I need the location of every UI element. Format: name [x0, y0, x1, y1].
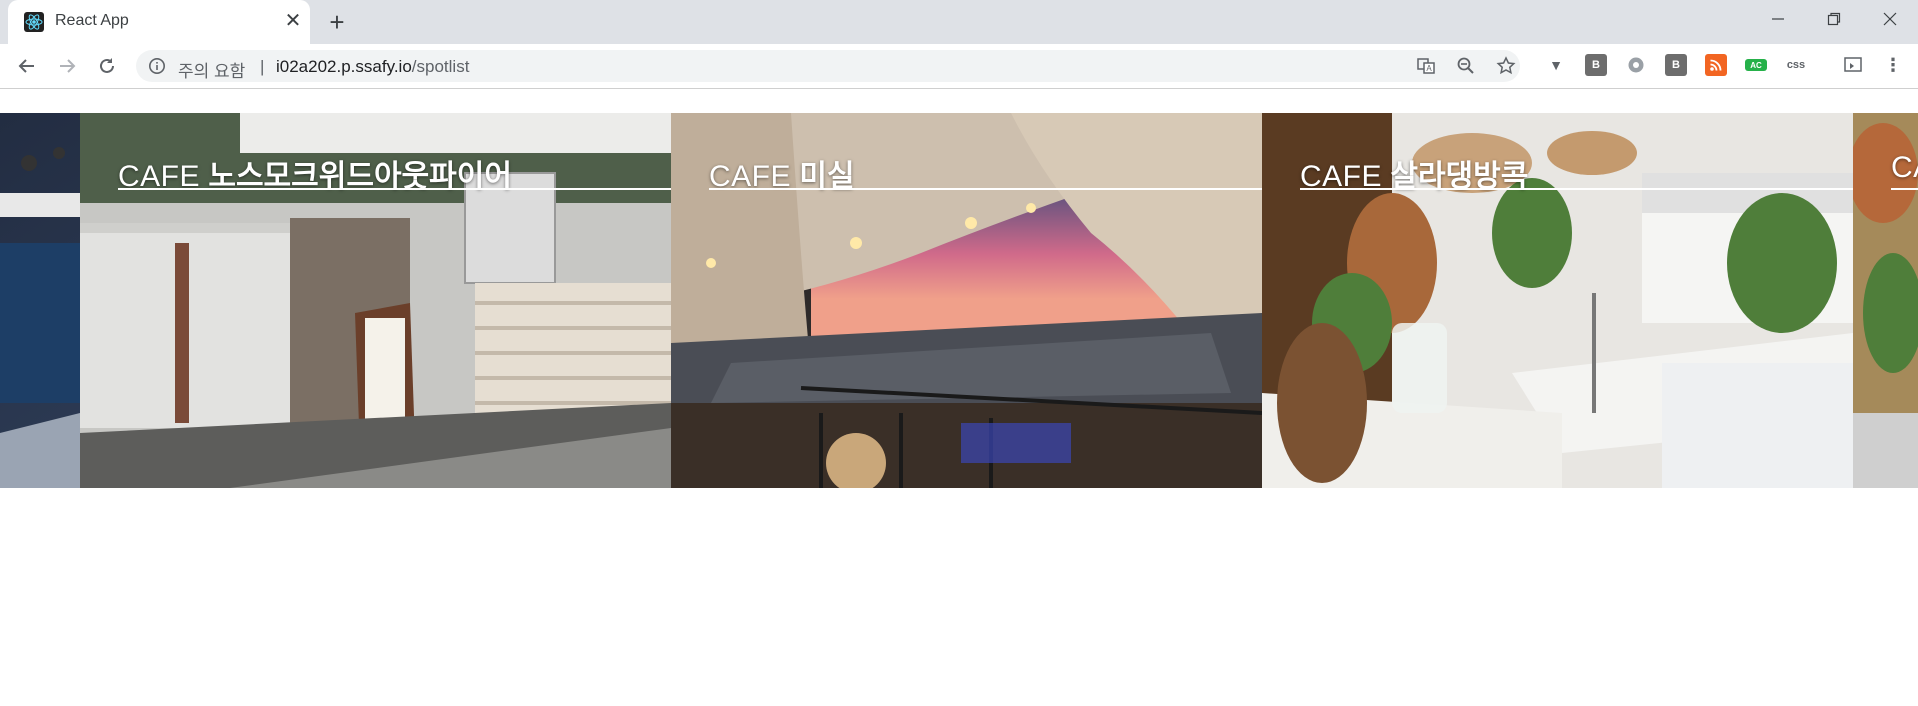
- back-arrow-icon: [18, 59, 34, 73]
- url-path: /spotlist: [411, 57, 470, 76]
- minimize-button[interactable]: [1750, 0, 1806, 38]
- security-label[interactable]: 주의 요함: [178, 57, 245, 82]
- tab-title: React App: [55, 12, 129, 29]
- info-icon[interactable]: [148, 57, 166, 75]
- new-tab-button[interactable]: +: [323, 8, 351, 36]
- address-bar[interactable]: 주의 요함 | i02a202.p.ssafy.io/spotlist A: [136, 50, 1520, 82]
- spot-image: [0, 113, 80, 488]
- title-underline: [118, 188, 671, 190]
- rss-icon[interactable]: [1705, 54, 1727, 76]
- browser-tab[interactable]: React App ✕: [8, 0, 310, 44]
- extension-b2-icon[interactable]: B: [1665, 54, 1687, 76]
- css-extension-icon[interactable]: css: [1785, 54, 1807, 76]
- close-window-button[interactable]: [1862, 0, 1918, 38]
- cast-icon[interactable]: [1842, 54, 1864, 76]
- spot-title: CA: [1891, 151, 1918, 185]
- title-underline: [709, 188, 1262, 190]
- title-underline: [1300, 188, 1853, 190]
- menu-icon[interactable]: ⋮: [1882, 54, 1904, 76]
- back-button[interactable]: [11, 50, 43, 82]
- separator: |: [260, 57, 265, 76]
- extension-b-icon[interactable]: B: [1585, 54, 1607, 76]
- title-underline: [1891, 188, 1918, 190]
- spot-card-partial-left[interactable]: [0, 113, 80, 488]
- translate-icon[interactable]: A: [1414, 54, 1438, 78]
- reload-icon: [100, 58, 114, 73]
- spot-card[interactable]: CAFE 미실: [671, 113, 1262, 488]
- reload-button[interactable]: [91, 50, 123, 82]
- react-icon: [24, 12, 44, 32]
- ac-extension-icon[interactable]: AC: [1745, 59, 1767, 71]
- spot-card[interactable]: CAFE 살라댕방콕: [1262, 113, 1853, 488]
- restore-button[interactable]: [1806, 0, 1862, 38]
- close-tab-icon[interactable]: ✕: [282, 10, 304, 32]
- browser-toolbar: 주의 요함 | i02a202.p.ssafy.io/spotlist A ▼ …: [0, 44, 1918, 89]
- url-text[interactable]: i02a202.p.ssafy.io/spotlist: [276, 57, 469, 77]
- spot-card[interactable]: CAFE 노스모크위드아웃파이어: [80, 113, 671, 488]
- browser-tab-strip: React App ✕ +: [0, 0, 1918, 44]
- spot-list-strip: CAFE 노스모크위드아웃파이어 CAFE 미실 CAFE 살라댕방콕 C: [0, 113, 1918, 488]
- vue-devtools-icon[interactable]: ▼: [1545, 54, 1567, 76]
- spot-card-partial-right[interactable]: CA: [1853, 113, 1918, 488]
- spot-kind: CA: [1891, 151, 1918, 184]
- toolbar-divider: [0, 88, 1918, 89]
- url-host: i02a202.p.ssafy.io: [276, 57, 412, 76]
- zoom-out-icon[interactable]: [1454, 54, 1478, 78]
- extension-circle-icon[interactable]: [1625, 54, 1647, 76]
- bookmark-star-icon[interactable]: [1494, 54, 1518, 78]
- forward-button[interactable]: [51, 50, 83, 82]
- forward-arrow-icon: [60, 59, 76, 73]
- svg-text:A: A: [1426, 64, 1432, 73]
